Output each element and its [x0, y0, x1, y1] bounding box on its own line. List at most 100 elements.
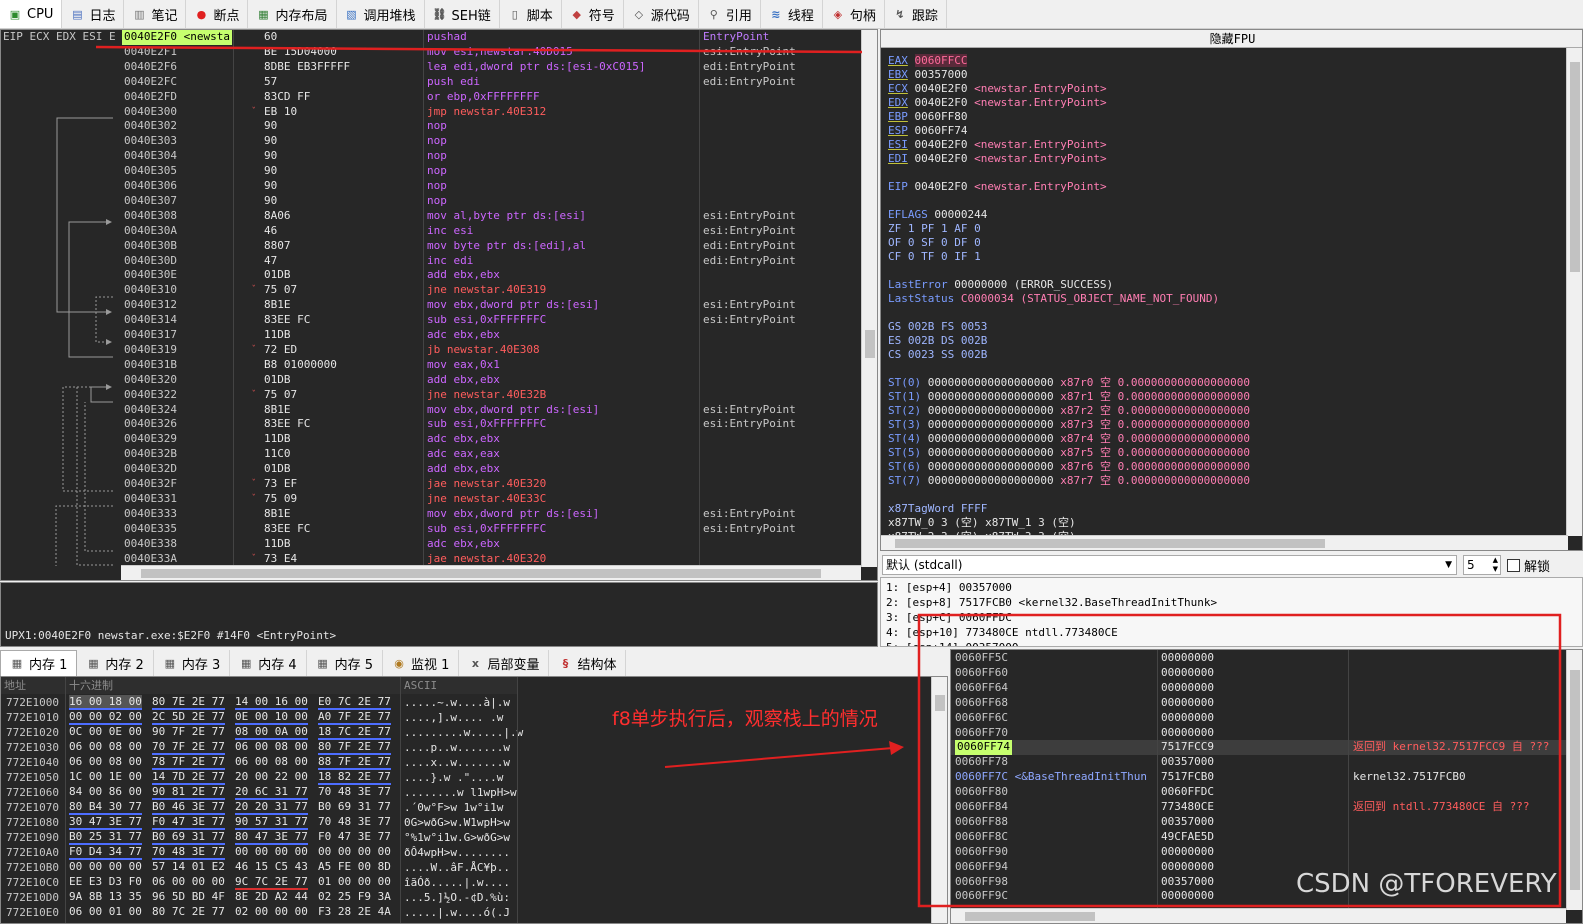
- stack-arg[interactable]: 1: [esp+4] 00357000: [886, 580, 1012, 595]
- disasm-row[interactable]: 0040E2F1 BE 15D04000 mov esi,newstar.40D01…: [121, 45, 861, 60]
- disasm-row[interactable]: 0040E322 ˇ 75 07 jne newstar.40E32B: [121, 388, 861, 403]
- register-esi[interactable]: ESI 0040E2F0 <newstar.EntryPoint>: [888, 138, 1107, 152]
- disasm-row-eip[interactable]: 0040E2F0 <newsta 60 pushad EntryPoint: [121, 30, 861, 45]
- flags-row[interactable]: CF 0 TF 0 IF 1: [888, 250, 981, 264]
- dump-row[interactable]: 772E1060 84 00 86 00 90 81 2E 77 20 6C 31 7…: [1, 785, 931, 800]
- dump-row[interactable]: 772E1090 B0 25 31 77 B0 69 31 77 80 47 3E 7…: [1, 830, 931, 845]
- dump-row[interactable]: 772E10A0 F0 D4 34 77 70 48 3E 77 00 00 00 0…: [1, 845, 931, 860]
- unlock-checkbox[interactable]: [1507, 558, 1520, 572]
- stack-args-list[interactable]: 1: [esp+4] 00357000 2: [esp+8] 7517FCB0 <…: [880, 577, 1583, 647]
- disasm-vscroll[interactable]: [861, 30, 877, 567]
- flags-row[interactable]: ZF 1 PF 1 AF 0: [888, 222, 981, 236]
- disasm-row[interactable]: 0040E338 11DB adc ebx,ebx: [121, 537, 861, 552]
- tab-2[interactable]: ▥ 笔记: [124, 0, 187, 28]
- flags-row[interactable]: OF 0 SF 0 DF 0: [888, 236, 981, 250]
- stack-row[interactable]: 0060FF80 0060FFDC: [951, 785, 1568, 800]
- disasm-row[interactable]: 0040E32D 01DB add ebx,ebx: [121, 462, 861, 477]
- disasm-row[interactable]: 0040E30B 8807 mov byte ptr ds:[edi],al edi:…: [121, 239, 861, 254]
- dump-row[interactable]: 772E10B0 00 00 00 00 57 14 01 E2 46 15 C5 4…: [1, 860, 931, 875]
- stack-row[interactable]: 0060FF60 00000000: [951, 666, 1568, 681]
- dump-vscroll[interactable]: [931, 677, 947, 923]
- disasm-row[interactable]: 0040E320 01DB add ebx,ebx: [121, 373, 861, 388]
- disasm-row[interactable]: 0040E306 90 nop: [121, 179, 861, 194]
- stack-row[interactable]: 0060FF64 00000000: [951, 681, 1568, 696]
- stack-vscroll[interactable]: [1566, 650, 1582, 910]
- last-status[interactable]: LastStatus C0000034 (STATUS_OBJECT_NAME_…: [888, 292, 1219, 306]
- register-edx[interactable]: EDX 0040E2F0 <newstar.EntryPoint>: [888, 96, 1107, 110]
- tab-12[interactable]: ◈ 句柄: [823, 0, 885, 28]
- disasm-row[interactable]: 0040E329 11DB adc ebx,ebx: [121, 432, 861, 447]
- dump-tab-7[interactable]: § 结构体: [549, 650, 627, 676]
- disasm-row[interactable]: 0040E326 83EE FC sub esi,0xFFFFFFFC esi:Ent…: [121, 417, 861, 432]
- disasm-row[interactable]: 0040E308 8A06 mov al,byte ptr ds:[esi] esi:…: [121, 209, 861, 224]
- segment-registers[interactable]: GS 002B FS 0053: [888, 320, 987, 334]
- disasm-row[interactable]: 0040E307 90 nop: [121, 194, 861, 209]
- fpu-st-register[interactable]: ST(4) 0000000000000000000 x87r4 空 0.0000…: [888, 432, 1250, 446]
- x87-tagword[interactable]: x87TagWord FFFF: [888, 502, 987, 516]
- tab-8[interactable]: ◆ 符号: [562, 0, 624, 28]
- dump-tab-5[interactable]: ◉ 监视 1: [383, 650, 460, 676]
- stack-row[interactable]: 0060FF88 00357000: [951, 815, 1568, 830]
- tab-6[interactable]: ⛓ SEH链: [425, 0, 500, 28]
- dump-row[interactable]: 772E10C0 EE E3 D3 F0 06 00 00 00 9C 7C 2E 7…: [1, 875, 931, 890]
- tab-9[interactable]: ◇ 源代码: [624, 0, 699, 28]
- disasm-row[interactable]: 0040E335 83EE FC sub esi,0xFFFFFFFC esi:Ent…: [121, 522, 861, 537]
- dump-row[interactable]: 772E1030 06 00 08 00 70 7F 2E 77 06 00 08 0…: [1, 740, 931, 755]
- disassembly-pane[interactable]: EIP ECX EDX ESI E 0040E2F0 <newsta 60 pu…: [0, 29, 878, 581]
- stack-arg[interactable]: 4: [esp+10] 773480CE ntdll.773480CE: [886, 625, 1118, 640]
- fpu-st-register[interactable]: ST(0) 0000000000000000000 x87r0 空 0.0000…: [888, 376, 1250, 390]
- registers-hscroll[interactable]: [881, 535, 1568, 550]
- tab-11[interactable]: ≋ 线程: [761, 0, 823, 28]
- stack-row[interactable]: 0060FF68 00000000: [951, 696, 1568, 711]
- tab-10[interactable]: ⚲ 引用: [699, 0, 761, 28]
- register-esp[interactable]: ESP 0060FF74: [888, 124, 967, 138]
- registers-pane[interactable]: 隐藏FPU EAX 0060FFCC EBX 00357000 ECX 0040…: [880, 29, 1583, 551]
- disasm-row[interactable]: 0040E324 8B1E mov ebx,dword ptr ds:[esi] es…: [121, 403, 861, 418]
- stack-row[interactable]: 0060FF90 00000000: [951, 845, 1568, 860]
- disasm-row[interactable]: 0040E2FC 57 push edi edi:EntryPoint: [121, 75, 861, 90]
- dump-tab-3[interactable]: ▦ 内存 4: [230, 650, 307, 676]
- x87-tw-row[interactable]: x87TW_0 3 (空) x87TW_1 3 (空): [888, 516, 1076, 530]
- disasm-row[interactable]: 0040E30E 01DB add ebx,ebx: [121, 268, 861, 283]
- disasm-row[interactable]: 0040E30D 47 inc edi edi:EntryPoint: [121, 254, 861, 269]
- dump-tab-6[interactable]: x 局部变量: [459, 650, 550, 676]
- fpu-st-register[interactable]: ST(5) 0000000000000000000 x87r5 空 0.0000…: [888, 446, 1250, 460]
- registers-vscroll[interactable]: [1566, 48, 1582, 536]
- stack-row[interactable]: 0060FF8C 49CFAE5D: [951, 830, 1568, 845]
- dump-tab-4[interactable]: ▦ 内存 5: [307, 650, 384, 676]
- dump-row[interactable]: 772E10D0 9A 8B 13 35 96 5D BD 4F 8E 2D A2 4…: [1, 890, 931, 905]
- disasm-row[interactable]: 0040E310 ˇ 75 07 jne newstar.40E319: [121, 283, 861, 298]
- disasm-row[interactable]: 0040E331 ˇ 75 09 jne newstar.40E33C: [121, 492, 861, 507]
- disasm-row[interactable]: 0040E30A 46 inc esi esi:EntryPoint: [121, 224, 861, 239]
- register-eip[interactable]: EIP 0040E2F0 <newstar.EntryPoint>: [888, 180, 1107, 194]
- disasm-row[interactable]: 0040E2FD 83CD FF or ebp,0xFFFFFFFF: [121, 90, 861, 105]
- dump-tab-0[interactable]: ▦ 内存 1: [0, 650, 78, 676]
- stack-row[interactable]: 0060FF7C <&BaseThreadInitThun 7517FCB0 ker…: [951, 770, 1568, 785]
- tab-13[interactable]: ↯ 跟踪: [885, 0, 947, 28]
- tab-5[interactable]: ▧ 调用堆栈: [337, 0, 425, 28]
- stack-row[interactable]: 0060FF5C 00000000: [951, 651, 1568, 666]
- stack-arg[interactable]: 5: [esp+14] 00357000: [886, 640, 1018, 646]
- dump-row[interactable]: 772E1070 80 B4 30 77 B0 46 3E 77 20 20 31 7…: [1, 800, 931, 815]
- disasm-row[interactable]: 0040E314 83EE FC sub esi,0xFFFFFFFC esi:Ent…: [121, 313, 861, 328]
- register-ebp[interactable]: EBP 0060FF80: [888, 110, 967, 124]
- disasm-row[interactable]: 0040E302 90 nop: [121, 119, 861, 134]
- call-convention-select[interactable]: 默认 (stdcall) ▼: [882, 555, 1457, 575]
- stack-hscroll[interactable]: [951, 908, 1566, 923]
- stack-row[interactable]: 0060FF6C 00000000: [951, 711, 1568, 726]
- fpu-st-register[interactable]: ST(7) 0000000000000000000 x87r7 空 0.0000…: [888, 474, 1250, 488]
- stack-arg[interactable]: 3: [esp+C] 0060FFDC: [886, 610, 1012, 625]
- disasm-hscroll[interactable]: [121, 565, 861, 580]
- dump-row[interactable]: 772E10E0 06 00 01 00 80 7C 2E 77 02 00 00 0…: [1, 905, 931, 920]
- register-eflags[interactable]: EFLAGS 00000244: [888, 208, 987, 222]
- register-ecx[interactable]: ECX 0040E2F0 <newstar.EntryPoint>: [888, 82, 1107, 96]
- disasm-row[interactable]: 0040E31B B8 01000000 mov eax,0x1: [121, 358, 861, 373]
- segment-registers[interactable]: CS 0023 SS 002B: [888, 348, 987, 362]
- fpu-st-register[interactable]: ST(2) 0000000000000000000 x87r2 空 0.0000…: [888, 404, 1250, 418]
- stack-row[interactable]: 0060FF70 00000000: [951, 726, 1568, 741]
- arg-count-spinner[interactable]: 5 ▲ ▼: [1463, 555, 1501, 575]
- hide-fpu-toggle[interactable]: 隐藏FPU: [881, 30, 1582, 48]
- disasm-row[interactable]: 0040E304 90 nop: [121, 149, 861, 164]
- tab-0[interactable]: ▣ CPU: [0, 0, 63, 28]
- fpu-st-register[interactable]: ST(3) 0000000000000000000 x87r3 空 0.0000…: [888, 418, 1250, 432]
